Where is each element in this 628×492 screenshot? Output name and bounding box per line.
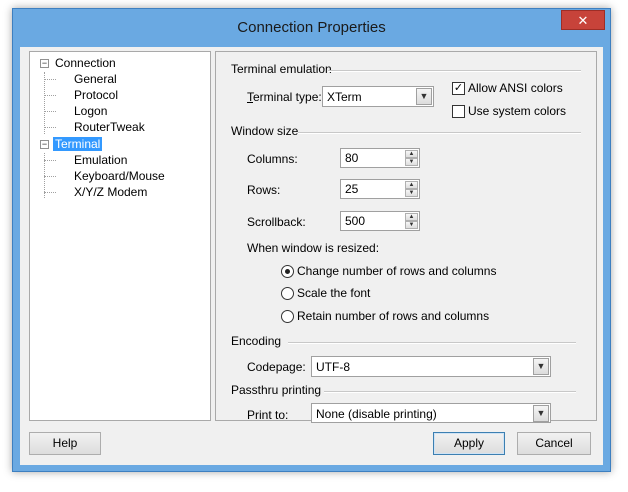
allow-ansi-checkbox[interactable]: ✓ [452, 82, 465, 95]
tree-item-label: Terminal [53, 137, 103, 151]
encoding-heading: Encoding [231, 334, 282, 348]
scrollback-spinbox[interactable]: 500 ▲ ▼ [340, 211, 420, 231]
terminal-type-value: XTerm [327, 90, 362, 104]
window-size-heading: Window size [231, 124, 299, 138]
tree-item-emulation[interactable]: Emulation [74, 152, 127, 168]
print-to-select[interactable]: None (disable printing) ▼ [311, 403, 551, 423]
tree-item-keyboard-mouse[interactable]: Keyboard/Mouse [74, 168, 165, 184]
codepage-select[interactable]: UTF-8 ▼ [311, 356, 551, 377]
scrollback-label: Scrollback: [247, 215, 306, 229]
tree-item-general[interactable]: General [74, 71, 117, 87]
resize-option-retain-rows-label[interactable]: Retain number of rows and columns [297, 309, 489, 323]
tree-item-connection[interactable]: Connection [55, 55, 116, 71]
use-system-colors-checkbox[interactable] [452, 105, 465, 118]
chevron-down-icon[interactable]: ▼ [533, 358, 549, 375]
rows-label: Rows: [247, 183, 281, 197]
dialog-body: − Connection General Protocol Logon Rout… [20, 47, 603, 465]
rows-spinbox[interactable]: 25 ▲ ▼ [340, 179, 420, 199]
spin-buttons: ▲ ▼ [405, 150, 418, 166]
tree-item-terminal[interactable]: Terminal [53, 136, 103, 152]
columns-label: Columns: [247, 152, 298, 166]
spin-down-icon[interactable]: ▼ [405, 221, 418, 229]
tree-item-logon[interactable]: Logon [74, 103, 107, 119]
terminal-type-label: Terminal type: [247, 90, 322, 104]
tree-item-routertweak[interactable]: RouterTweak [74, 119, 145, 135]
resize-option-scale-font-label[interactable]: Scale the font [297, 286, 370, 300]
terminal-type-label-rest: erminal type: [253, 90, 322, 104]
spin-up-icon[interactable]: ▲ [405, 150, 418, 158]
spin-buttons: ▲ ▼ [405, 181, 418, 197]
spin-up-icon[interactable]: ▲ [405, 213, 418, 221]
title-bar[interactable]: Connection Properties ✕ [13, 9, 610, 47]
spin-down-icon[interactable]: ▼ [405, 189, 418, 197]
allow-ansi-label[interactable]: Allow ANSI colors [468, 81, 563, 95]
category-tree: − Connection General Protocol Logon Rout… [29, 51, 211, 421]
resize-option-change-rows-label[interactable]: Change number of rows and columns [297, 264, 496, 278]
spin-up-icon[interactable]: ▲ [405, 181, 418, 189]
print-to-label: Print to: [247, 408, 289, 422]
terminal-type-select[interactable]: XTerm ▼ [322, 86, 434, 107]
collapse-icon[interactable]: − [40, 140, 49, 149]
connection-properties-window: Connection Properties ✕ − Connection Gen… [12, 8, 611, 472]
resize-option-retain-rows-radio[interactable] [281, 310, 294, 323]
codepage-value: UTF-8 [316, 360, 350, 374]
chevron-down-icon[interactable]: ▼ [533, 405, 549, 422]
terminal-emulation-heading: Terminal emulation [231, 62, 332, 76]
print-to-value: None (disable printing) [316, 407, 437, 421]
columns-spinbox[interactable]: 80 ▲ ▼ [340, 148, 420, 168]
resize-option-change-rows-radio[interactable] [281, 265, 294, 278]
use-system-colors-label[interactable]: Use system colors [468, 104, 566, 118]
columns-value: 80 [345, 151, 359, 165]
scrollback-value: 500 [345, 214, 366, 228]
resize-option-scale-font-radio[interactable] [281, 287, 294, 300]
terminal-settings-panel: Terminal emulation Terminal type: XTerm … [215, 51, 597, 423]
spin-down-icon[interactable]: ▼ [405, 158, 418, 166]
window-title: Connection Properties [237, 19, 386, 36]
collapse-icon[interactable]: − [40, 59, 49, 68]
chevron-down-icon[interactable]: ▼ [416, 88, 432, 105]
passthru-printing-heading: Passthru printing [231, 383, 322, 397]
apply-button[interactable]: Apply [433, 432, 505, 455]
cancel-button[interactable]: Cancel [517, 432, 591, 455]
rows-value: 25 [345, 182, 359, 196]
spin-buttons: ▲ ▼ [405, 213, 418, 229]
close-icon[interactable]: ✕ [561, 10, 605, 30]
help-button[interactable]: Help [29, 432, 101, 455]
tree-item-protocol[interactable]: Protocol [74, 87, 118, 103]
resize-behavior-label: When window is resized: [247, 241, 380, 255]
tree-item-xyz-modem[interactable]: X/Y/Z Modem [74, 184, 147, 200]
codepage-label: Codepage: [247, 360, 306, 374]
